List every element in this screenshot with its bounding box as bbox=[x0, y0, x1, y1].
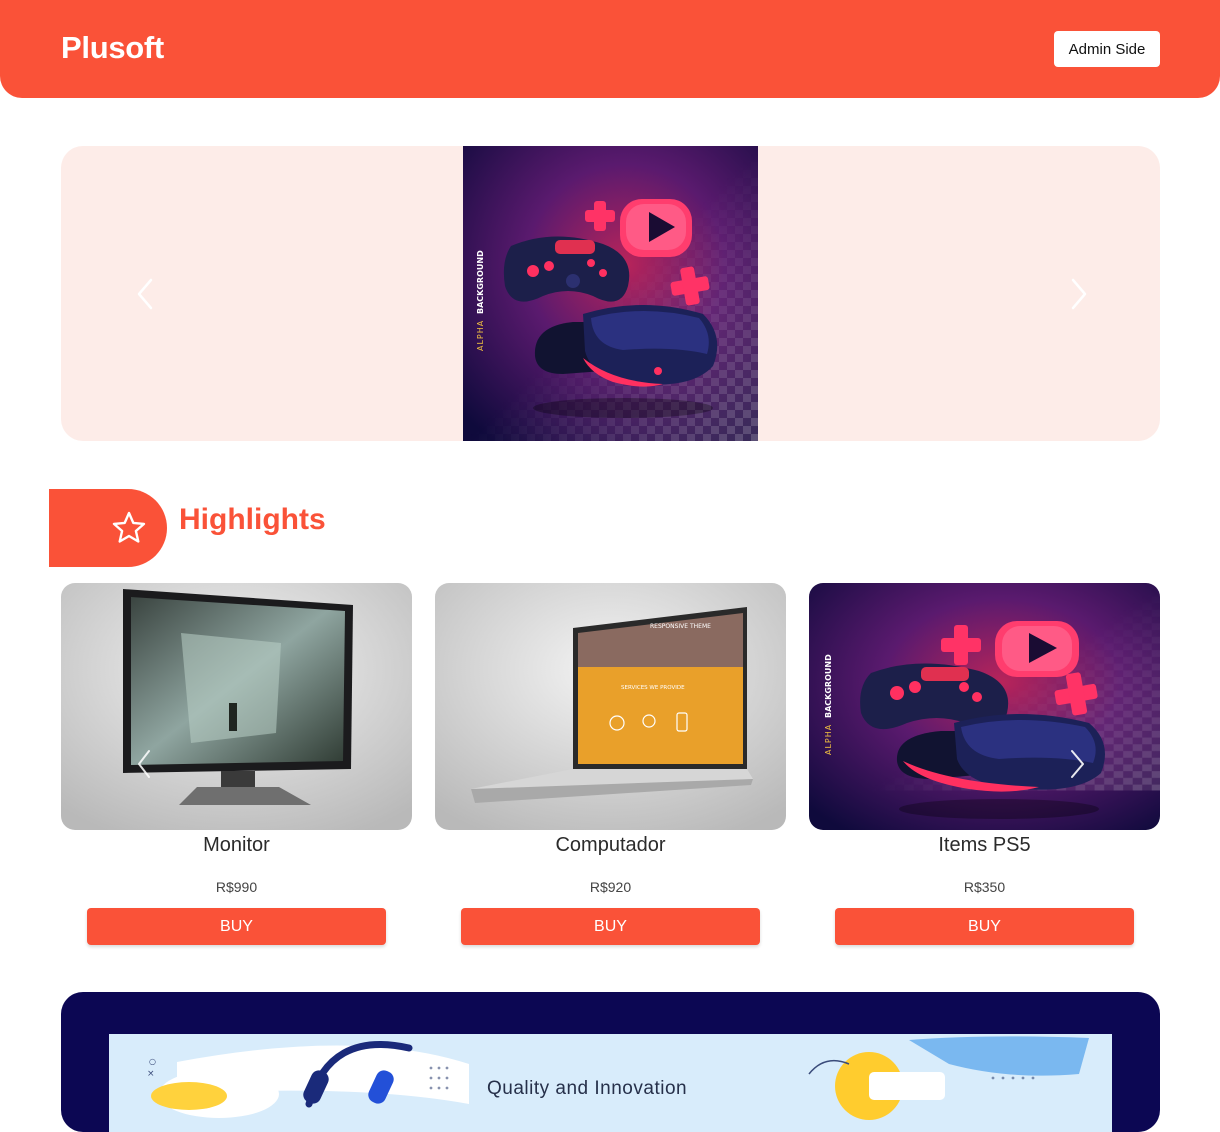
svg-text:BACKGROUND: BACKGROUND bbox=[824, 654, 833, 718]
highlights-title: Highlights bbox=[179, 503, 326, 536]
carousel-slide-image: ALPHA BACKGROUND bbox=[463, 146, 758, 441]
logo[interactable]: Plusoft bbox=[61, 30, 164, 66]
product-image-items-ps5[interactable]: ALPHA BACKGROUND bbox=[809, 583, 1160, 830]
product-name: Items PS5 bbox=[938, 834, 1031, 856]
buy-button[interactable]: BUY bbox=[835, 908, 1134, 945]
highlights-tab bbox=[49, 489, 167, 567]
product-price: R$350 bbox=[963, 879, 1006, 895]
svg-text:○: ○ bbox=[149, 1057, 156, 1066]
svg-text:BACKGROUND: BACKGROUND bbox=[476, 250, 485, 314]
vertical-card-text: ALPHA BACKGROUND bbox=[824, 654, 833, 755]
svg-text:ALPHA: ALPHA bbox=[824, 724, 833, 755]
carousel-next-chevron-right-icon[interactable] bbox=[1063, 274, 1093, 314]
product-price: R$920 bbox=[589, 879, 632, 895]
product-name: Monitor bbox=[203, 834, 270, 856]
svg-text:×: × bbox=[147, 1069, 155, 1079]
star-icon bbox=[112, 511, 146, 543]
svg-text:RESPONSIVE THEME: RESPONSIVE THEME bbox=[650, 623, 711, 630]
vertical-slide-text: ALPHA BACKGROUND bbox=[476, 250, 485, 351]
product-card-monitor: Monitor R$990 BUY bbox=[61, 583, 412, 945]
svg-text:ALPHA: ALPHA bbox=[476, 320, 485, 351]
buy-button[interactable]: BUY bbox=[87, 908, 386, 945]
product-card-items-ps5: ALPHA BACKGROUND Items PS5 R$350 BUY bbox=[809, 583, 1160, 945]
play-icon bbox=[620, 199, 692, 257]
hero-carousel: ALPHA BACKGROUND bbox=[61, 146, 1160, 441]
admin-side-button[interactable]: Admin Side bbox=[1054, 31, 1160, 67]
product-card-computador: RESPONSIVE THEME SERVICES WE PROVIDE Com… bbox=[435, 583, 786, 945]
banner-headline: Quality and Innovation bbox=[487, 1078, 688, 1099]
buy-button[interactable]: BUY bbox=[461, 908, 760, 945]
product-price: R$990 bbox=[215, 879, 258, 895]
svg-text:SERVICES WE PROVIDE: SERVICES WE PROVIDE bbox=[621, 685, 685, 691]
play-icon bbox=[995, 621, 1079, 677]
product-name: Computador bbox=[555, 834, 666, 856]
promo-banner: × ○ Quality and Innovation bbox=[61, 992, 1160, 1132]
carousel-prev-chevron-left-icon[interactable] bbox=[131, 274, 161, 314]
top-header: Plusoft Admin Side bbox=[0, 0, 1220, 98]
product-image-computador[interactable]: RESPONSIVE THEME SERVICES WE PROVIDE bbox=[435, 583, 786, 830]
promo-banner-image[interactable]: × ○ Quality and Innovation bbox=[109, 1034, 1112, 1132]
product-image-monitor[interactable] bbox=[61, 583, 412, 830]
